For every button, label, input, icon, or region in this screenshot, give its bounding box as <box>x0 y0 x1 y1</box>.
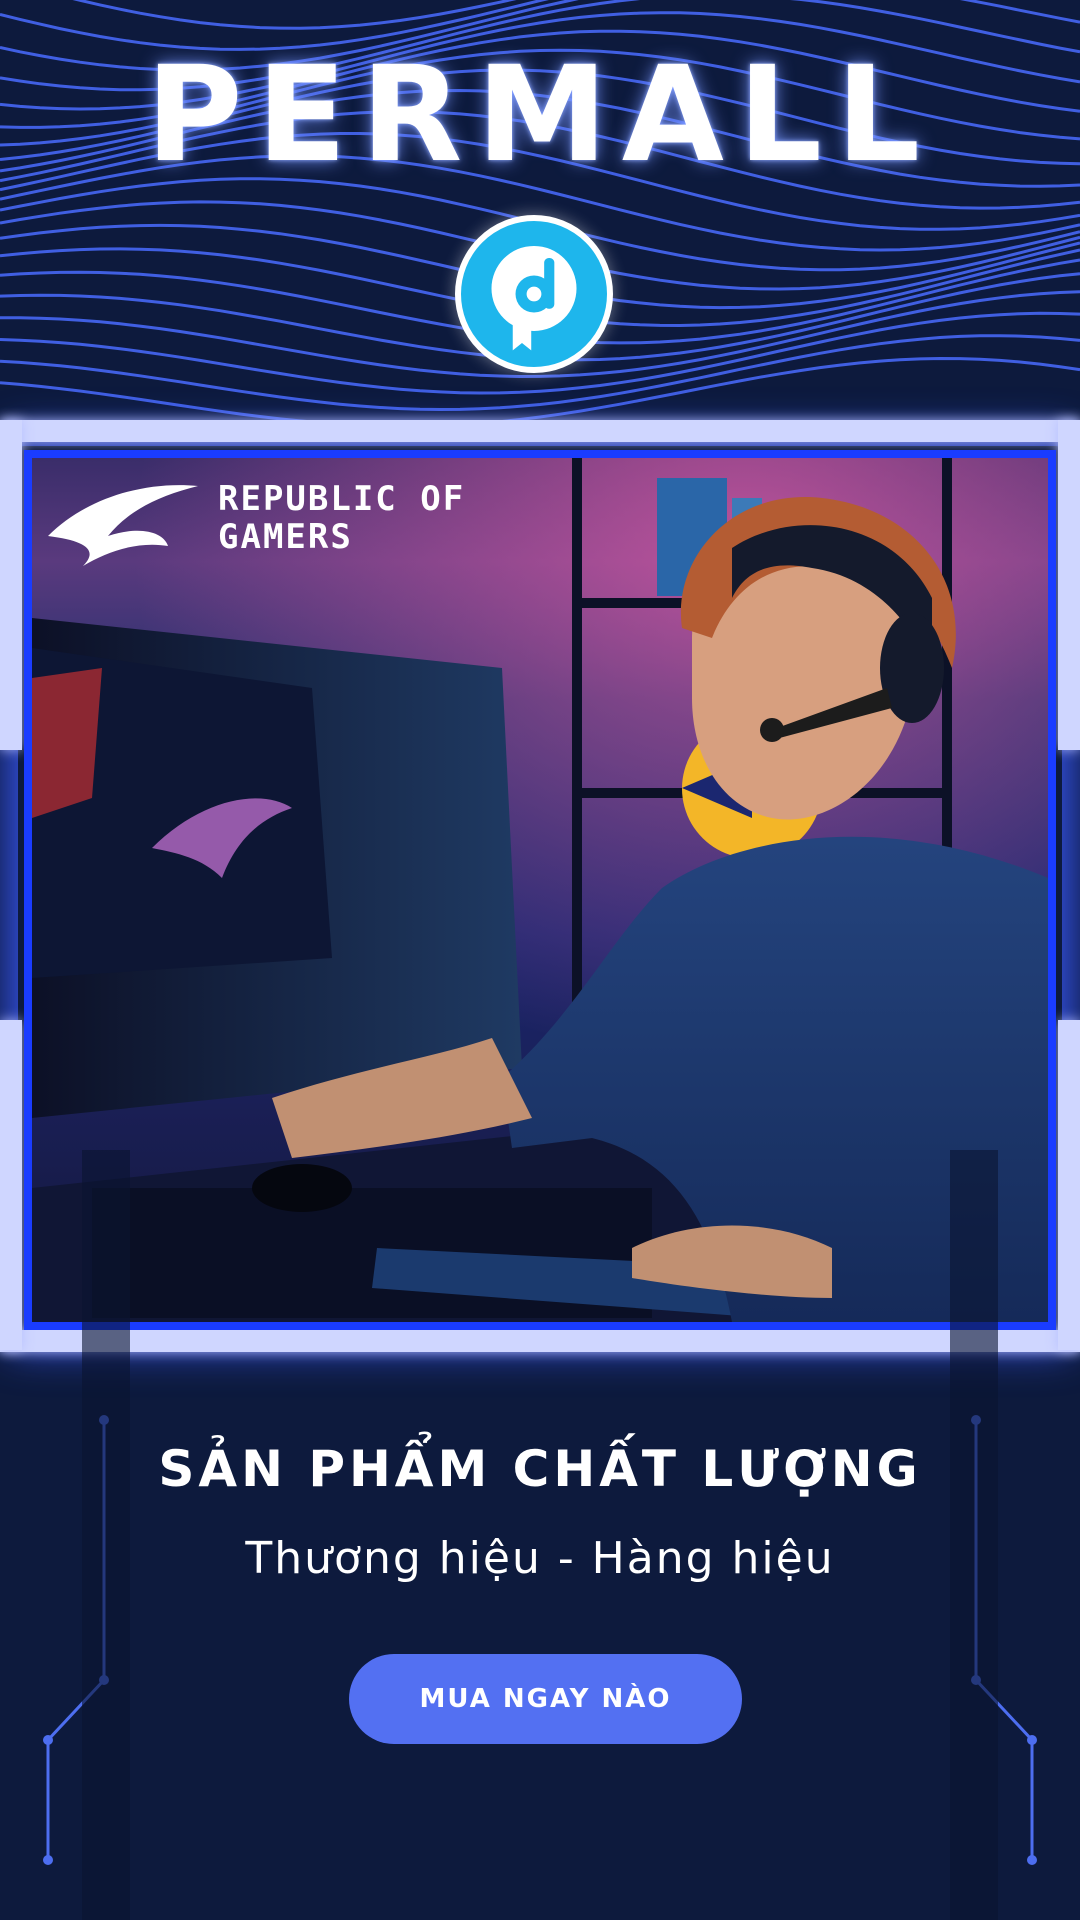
rog-text-line1: REPUBLIC OF <box>218 479 466 519</box>
permall-badge-icon <box>455 215 613 373</box>
promo-headline: SẢN PHẨM CHẤT LƯỢNG <box>158 1440 922 1498</box>
rog-logo: REPUBLIC OF GAMERS <box>48 476 568 586</box>
rog-text-line2: GAMERS <box>218 517 353 557</box>
frame-bar-right-upper <box>1058 420 1080 750</box>
promo-subheadline: Thương hiệu - Hàng hiệu <box>245 1533 835 1584</box>
buy-now-button[interactable]: MUA NGAY NÀO <box>349 1654 742 1744</box>
frame-bar-left-upper <box>0 420 22 750</box>
brand-title: PERMALL <box>145 38 935 192</box>
rog-eye-icon <box>48 485 198 566</box>
frame-bar-top <box>0 420 1080 442</box>
